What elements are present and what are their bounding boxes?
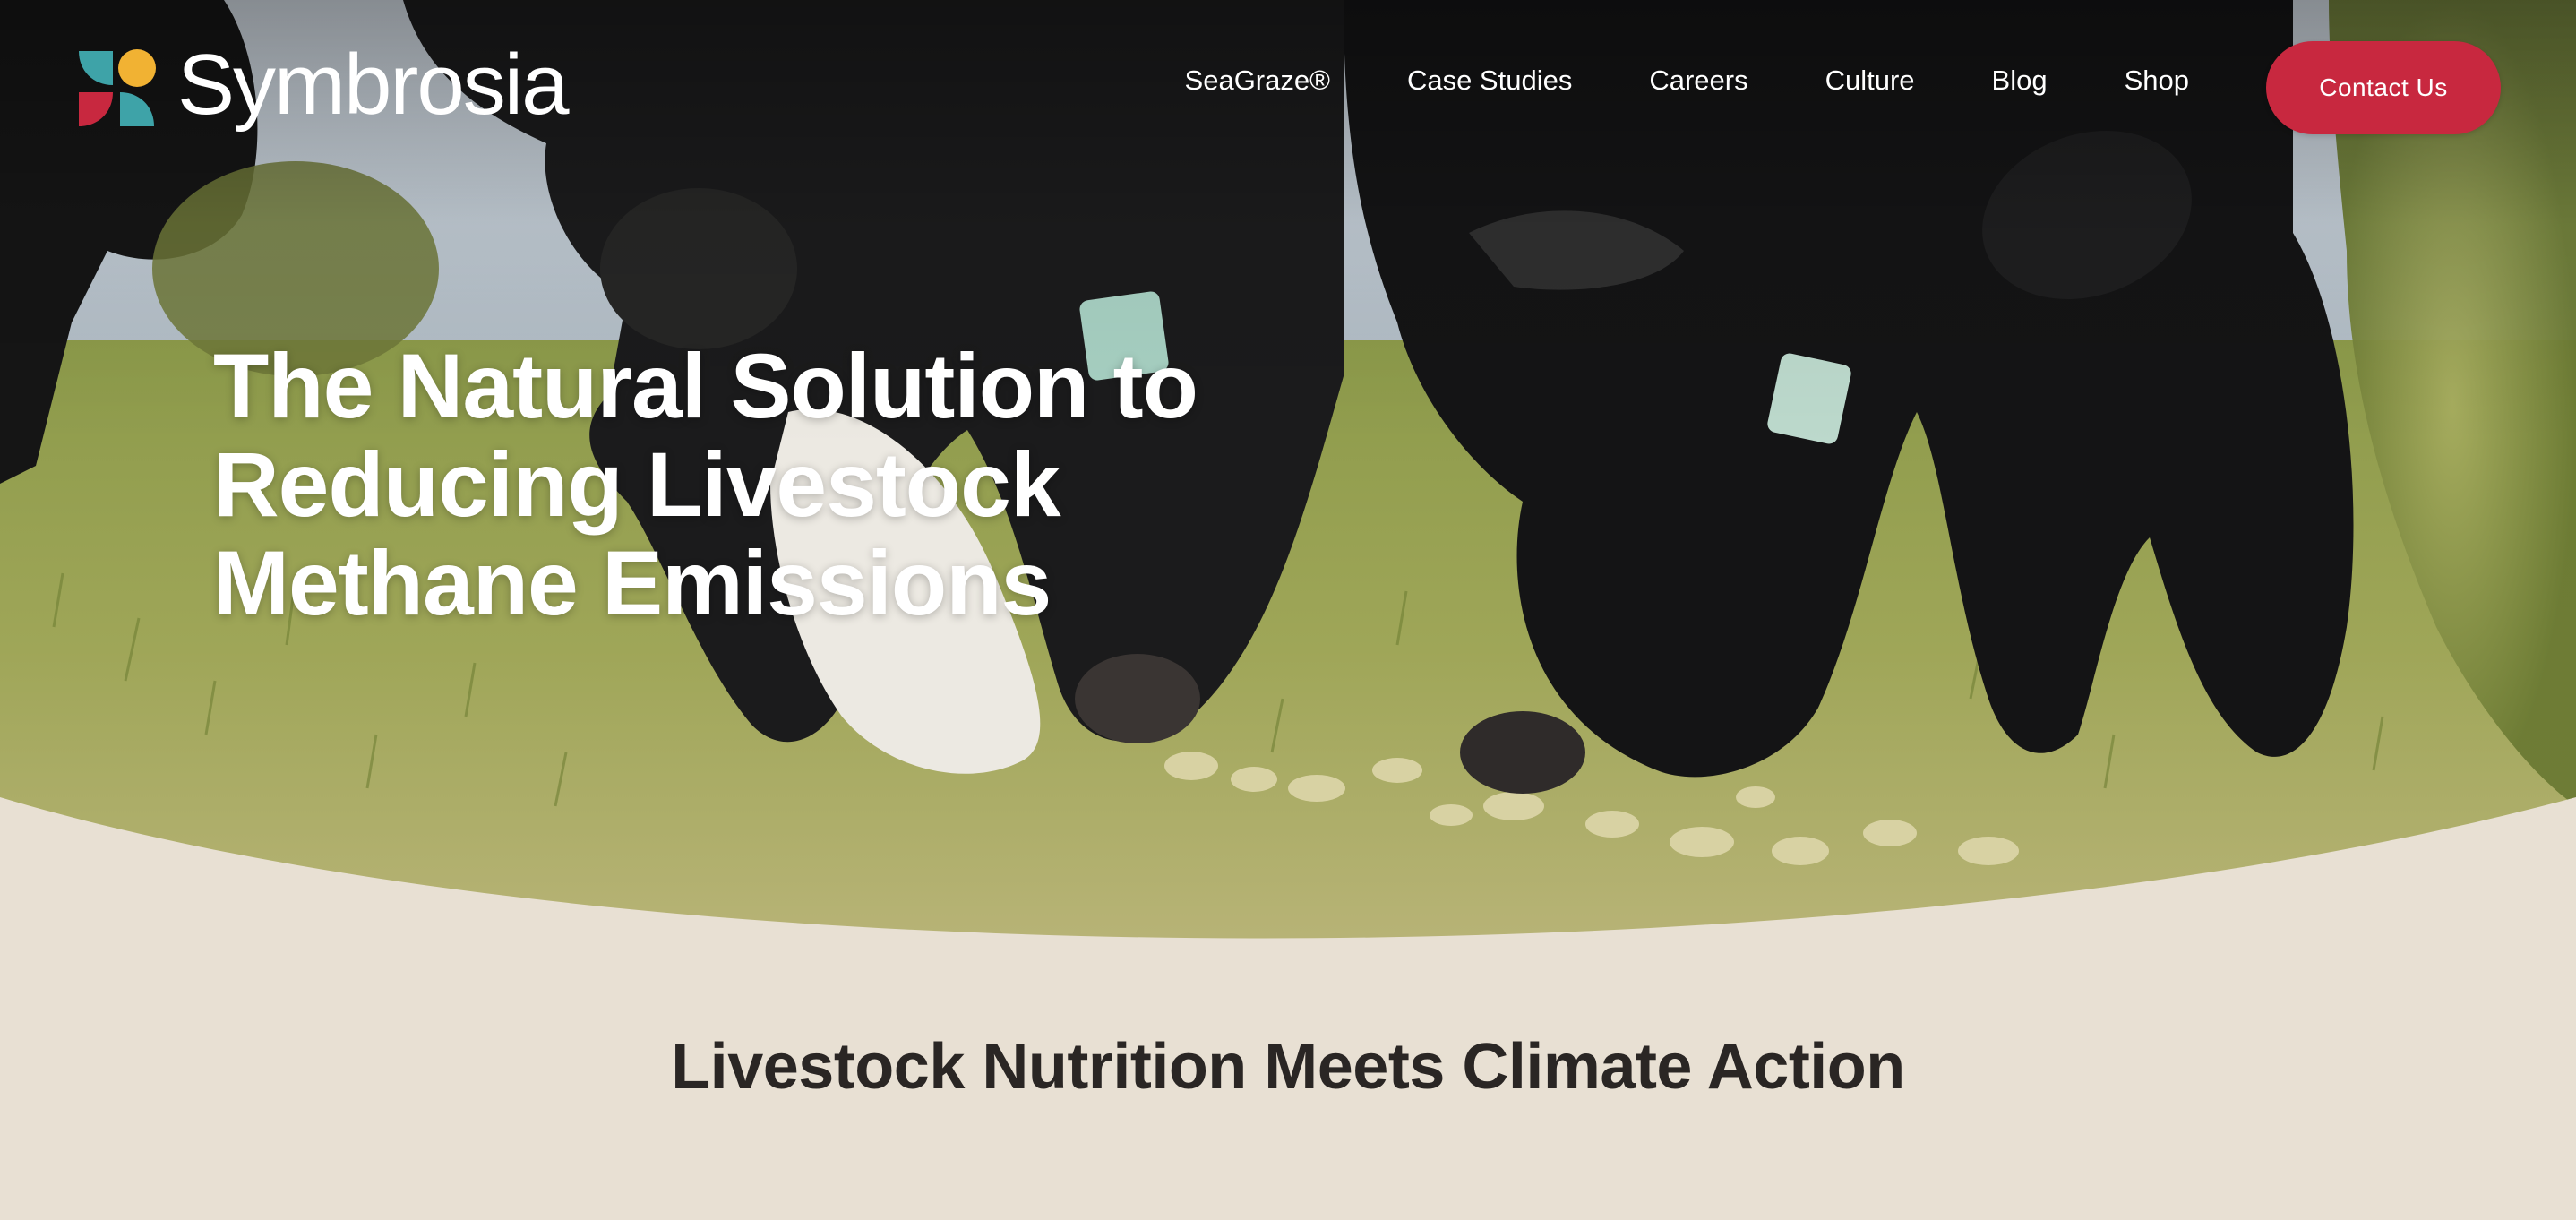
hero-headline: The Natural Solution to Reducing Livesto… — [213, 337, 1378, 632]
page: Symbrosia SeaGraze® Case Studies Careers… — [0, 0, 2576, 1220]
nav-item-case-studies[interactable]: Case Studies — [1407, 64, 1572, 97]
nav-item-careers[interactable]: Careers — [1649, 64, 1747, 97]
contact-us-button[interactable]: Contact Us — [2266, 41, 2501, 134]
brand-logo[interactable]: Symbrosia — [75, 37, 569, 138]
nav-item-seagraze[interactable]: SeaGraze® — [1185, 64, 1330, 97]
hero-headline-line: Reducing Livestock — [213, 434, 1061, 536]
logo-icon — [79, 49, 156, 126]
hero-headline-line: Methane Emissions — [213, 532, 1052, 634]
brand-name: Symbrosia — [177, 37, 569, 133]
nav-item-shop[interactable]: Shop — [2125, 64, 2189, 97]
hero-headline-line: The Natural Solution to — [213, 335, 1198, 437]
nav-item-blog[interactable]: Blog — [1992, 64, 2048, 97]
main-nav: SeaGraze® Case Studies Careers Culture B… — [1185, 64, 2189, 97]
nav-item-culture[interactable]: Culture — [1825, 64, 1915, 97]
section-title: Livestock Nutrition Meets Climate Action — [671, 1031, 1905, 1103]
top-nav: Symbrosia SeaGraze® Case Studies Careers… — [0, 0, 2576, 179]
